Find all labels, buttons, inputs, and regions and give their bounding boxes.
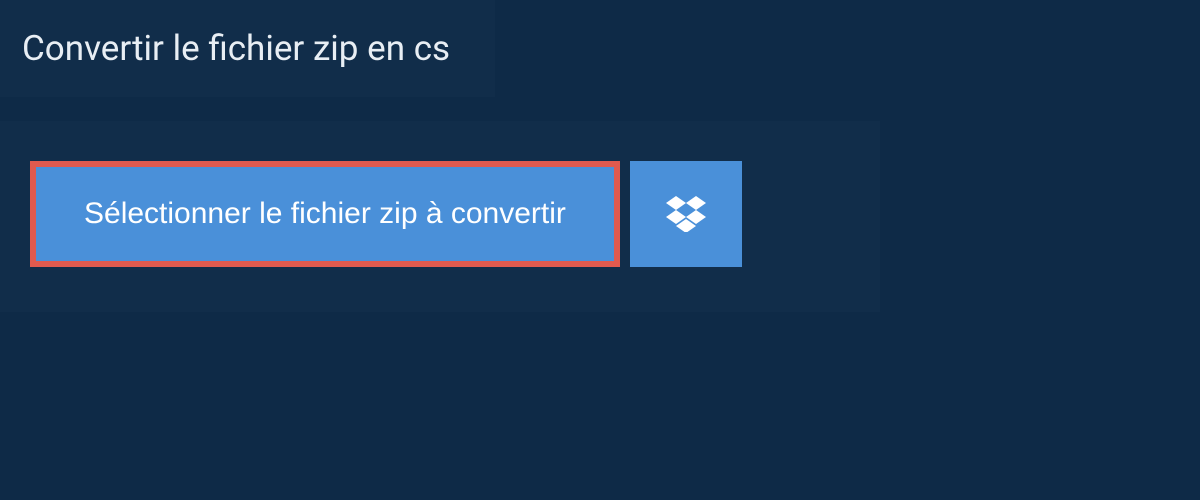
dropbox-icon [666,196,706,232]
button-row: Sélectionner le fichier zip à convertir [30,161,850,267]
dropbox-button[interactable] [630,161,742,267]
select-file-button[interactable]: Sélectionner le fichier zip à convertir [36,167,614,261]
select-file-button-wrapper: Sélectionner le fichier zip à convertir [30,161,620,267]
upload-panel: Sélectionner le fichier zip à convertir [0,121,880,312]
spacer [0,97,1200,121]
title-container: Convertir le fichier zip en cs [0,0,495,97]
page-title: Convertir le fichier zip en cs [22,28,450,69]
